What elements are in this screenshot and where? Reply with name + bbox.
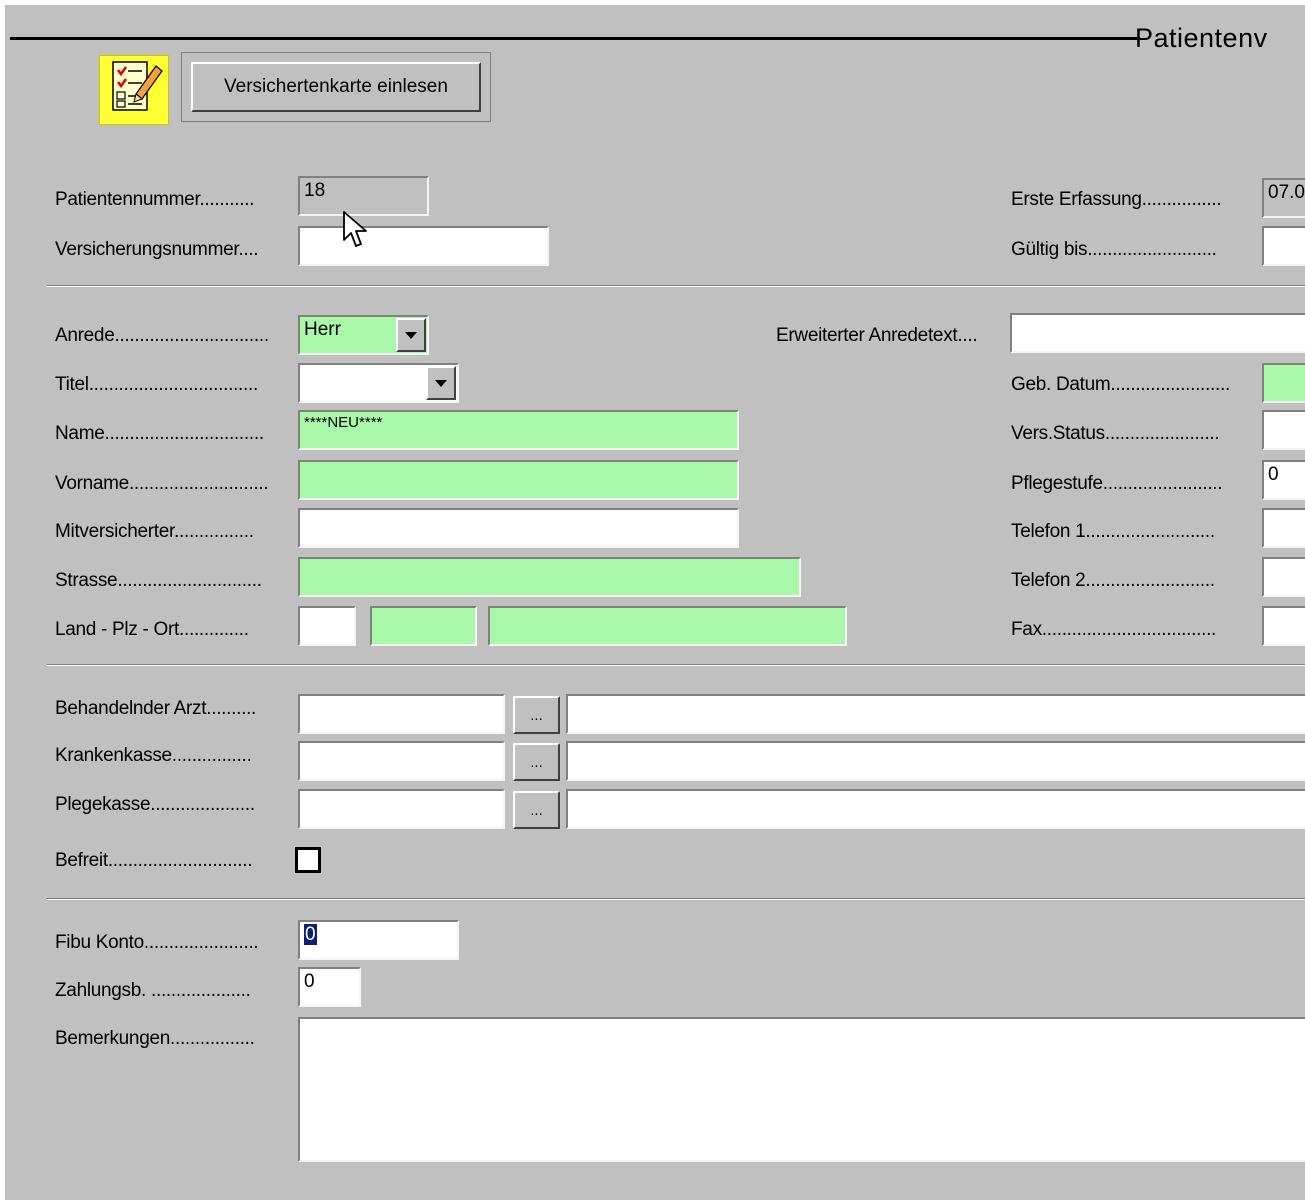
- label-pflegestufe: Pflegestufe........................: [1011, 473, 1223, 494]
- read-insurance-card-label: Versichertenkarte einlesen: [191, 62, 481, 112]
- label-fax: Fax...................................: [1011, 619, 1217, 640]
- krankenkasse-lookup-button[interactable]: ...: [513, 743, 560, 781]
- pflegestufe-field[interactable]: 0: [1262, 460, 1305, 500]
- chevron-down-icon: [435, 379, 447, 387]
- separator: [47, 898, 1305, 900]
- read-insurance-card-button[interactable]: Versichertenkarte einlesen: [181, 52, 491, 122]
- label-gueltig-bis: Gültig bis..........................: [1011, 239, 1217, 260]
- strasse-field[interactable]: [298, 557, 801, 597]
- arzt-code-field[interactable]: [298, 694, 505, 734]
- patient-form: Patientenv Versichertenkarte einlesen Pa…: [5, 5, 1305, 1200]
- label-geb-datum: Geb. Datum........................: [1011, 374, 1230, 395]
- label-telefon-2: Telefon 2..........................: [1011, 570, 1215, 591]
- label-land-plz-ort: Land - Plz - Ort..............: [55, 619, 249, 640]
- label-erweiterter-anredetext: Erweiterter Anredetext....: [776, 325, 978, 346]
- label-mitversicherter: Mitversicherter................: [55, 521, 254, 542]
- plz-field[interactable]: [370, 606, 477, 646]
- separator: [47, 285, 1305, 287]
- zahlungsb-field[interactable]: 0: [298, 967, 361, 1007]
- befreit-checkbox[interactable]: [295, 847, 321, 873]
- anrede-value: Herr: [304, 319, 341, 340]
- label-plegekasse: Plegekasse.....................: [55, 794, 255, 815]
- form-edit-icon[interactable]: [99, 55, 169, 125]
- label-strasse: Strasse.............................: [55, 570, 262, 591]
- arzt-name-field[interactable]: [566, 694, 1305, 734]
- label-patientennummer: Patientennummer...........: [55, 189, 255, 210]
- geb-datum-field[interactable]: [1262, 363, 1305, 403]
- fax-field[interactable]: [1262, 606, 1305, 646]
- gueltig-bis-field[interactable]: [1262, 226, 1305, 266]
- label-telefon-1: Telefon 1..........................: [1011, 521, 1215, 542]
- separator: [47, 664, 1305, 666]
- label-bemerkungen: Bemerkungen.................: [55, 1028, 255, 1049]
- label-erste-erfassung: Erste Erfassung................: [1011, 189, 1222, 210]
- erste-erfassung-field[interactable]: 07.0: [1262, 178, 1305, 218]
- fibu-konto-value: 0: [304, 924, 317, 945]
- telefon-2-field[interactable]: [1262, 557, 1305, 597]
- label-anrede: Anrede...............................: [55, 325, 269, 346]
- anrede-dropdown-button[interactable]: [396, 318, 426, 352]
- plegekasse-lookup-button[interactable]: ...: [513, 791, 560, 829]
- ort-field[interactable]: [488, 606, 847, 646]
- bemerkungen-textarea[interactable]: [298, 1017, 1305, 1162]
- page-title: Patientenv: [1135, 23, 1268, 53]
- title-rule: [10, 37, 1140, 40]
- name-value: ****NEU****: [304, 414, 383, 431]
- plegekasse-name-field[interactable]: [566, 789, 1305, 829]
- mouse-pointer-icon: [343, 211, 367, 247]
- label-befreit: Befreit.............................: [55, 850, 253, 871]
- vers-status-field[interactable]: [1262, 410, 1305, 450]
- label-vorname: Vorname............................: [55, 473, 269, 494]
- telefon-1-field[interactable]: [1262, 508, 1305, 548]
- label-vers-status: Vers.Status.......................: [1011, 423, 1220, 444]
- label-versicherungsnummer: Versicherungsnummer....: [55, 239, 259, 260]
- land-field[interactable]: [298, 606, 356, 646]
- versicherungsnummer-field[interactable]: [298, 226, 549, 266]
- label-name: Name................................: [55, 423, 264, 444]
- name-field[interactable]: ****NEU****: [298, 410, 739, 450]
- label-behandelnder-arzt: Behandelnder Arzt..........: [55, 698, 257, 719]
- label-krankenkasse: Krankenkasse................: [55, 745, 252, 766]
- mitversicherter-field[interactable]: [298, 508, 739, 548]
- krankenkasse-name-field[interactable]: [566, 741, 1305, 781]
- erweiterter-anredetext-field[interactable]: [1010, 313, 1305, 353]
- arzt-lookup-button[interactable]: ...: [513, 696, 560, 734]
- label-fibu-konto: Fibu Konto.......................: [55, 932, 259, 953]
- krankenkasse-code-field[interactable]: [298, 741, 505, 781]
- chevron-down-icon: [405, 331, 417, 339]
- vorname-field[interactable]: [298, 460, 739, 500]
- fibu-konto-field[interactable]: 0: [298, 920, 459, 960]
- plegekasse-code-field[interactable]: [298, 789, 505, 829]
- label-titel: Titel..................................: [55, 374, 258, 395]
- titel-dropdown-button[interactable]: [426, 366, 456, 400]
- label-zahlungsb: Zahlungsb. ....................: [55, 980, 251, 1001]
